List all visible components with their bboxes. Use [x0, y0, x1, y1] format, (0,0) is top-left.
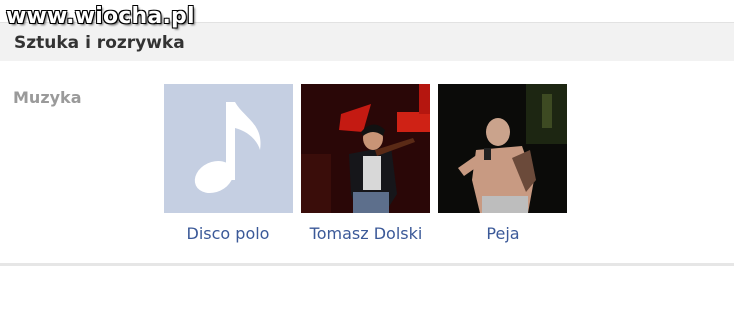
music-item-tomasz-dolski-link[interactable]: Tomasz Dolski	[291, 224, 441, 243]
section-title: Sztuka i rozrywka	[14, 33, 185, 53]
music-label: Muzyka	[13, 88, 82, 107]
music-item-peja-thumbnail[interactable]	[438, 84, 567, 213]
section-divider	[0, 263, 734, 266]
watermark: www.wiocha.pl	[6, 4, 195, 29]
music-item-disco-polo-link[interactable]: Disco polo	[153, 224, 303, 243]
music-item-tomasz-dolski-thumbnail[interactable]	[301, 84, 430, 213]
rapper-photo	[438, 84, 567, 213]
music-item-peja-link[interactable]: Peja	[428, 224, 578, 243]
violinist-photo	[301, 84, 430, 213]
music-note-icon	[194, 102, 261, 194]
music-item-disco-polo-thumbnail[interactable]	[164, 84, 293, 213]
